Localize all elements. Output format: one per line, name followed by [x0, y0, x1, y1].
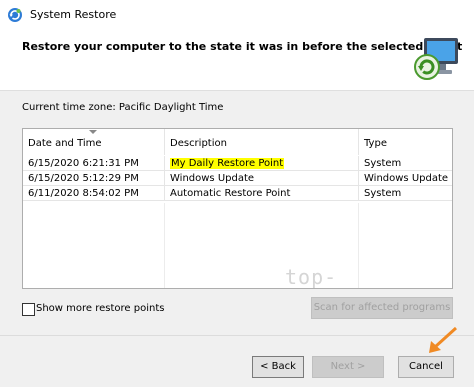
divider	[0, 335, 474, 336]
column-divider	[164, 203, 165, 288]
title-bar: System Restore	[0, 0, 474, 30]
row-type: Windows Update	[358, 171, 452, 186]
highlighted-description: My Daily Restore Point	[170, 158, 285, 169]
row-description: Automatic Restore Point	[164, 186, 358, 201]
column-header-type[interactable]: Type	[358, 129, 452, 155]
show-more-checkbox[interactable]	[22, 303, 35, 316]
column-header-description[interactable]: Description	[164, 129, 358, 155]
table-row[interactable]: 6/15/2020 6:21:31 PM My Daily Restore Po…	[23, 156, 452, 171]
watermark: top-password.com	[285, 265, 338, 289]
pointer-arrow-icon	[429, 326, 458, 353]
row-type: System	[358, 186, 452, 201]
row-description: Windows Update	[164, 171, 358, 186]
header-panel: Restore your computer to the state it wa…	[0, 30, 474, 91]
window-title: System Restore	[30, 8, 117, 21]
time-zone-label: Current time zone: Pacific Daylight Time	[22, 102, 224, 113]
restore-points-table: Date and Time Description Type 6/15/2020…	[22, 128, 453, 289]
back-button[interactable]: < Back	[252, 356, 304, 378]
row-description: My Daily Restore Point	[164, 156, 358, 171]
sort-arrow-icon	[89, 130, 97, 134]
system-restore-icon	[8, 8, 22, 22]
column-header-date-time[interactable]: Date and Time	[23, 129, 164, 155]
row-type: System	[358, 156, 452, 171]
table-header: Date and Time Description Type	[23, 129, 452, 155]
table-row[interactable]: 6/15/2020 5:12:29 PM Windows Update Wind…	[23, 171, 452, 186]
restore-computer-icon	[414, 38, 458, 80]
row-date: 6/15/2020 5:12:29 PM	[28, 173, 139, 184]
row-date: 6/11/2020 8:54:02 PM	[28, 188, 139, 199]
page-heading: Restore your computer to the state it wa…	[22, 40, 463, 53]
scan-affected-programs-button[interactable]: Scan for affected programs	[311, 297, 453, 319]
row-date: 6/15/2020 6:21:31 PM	[28, 158, 139, 169]
next-button[interactable]: Next >	[312, 356, 384, 378]
cancel-button[interactable]: Cancel	[398, 356, 454, 378]
table-row[interactable]: 6/11/2020 8:54:02 PM Automatic Restore P…	[23, 186, 452, 201]
show-more-label[interactable]: Show more restore points	[36, 303, 164, 314]
